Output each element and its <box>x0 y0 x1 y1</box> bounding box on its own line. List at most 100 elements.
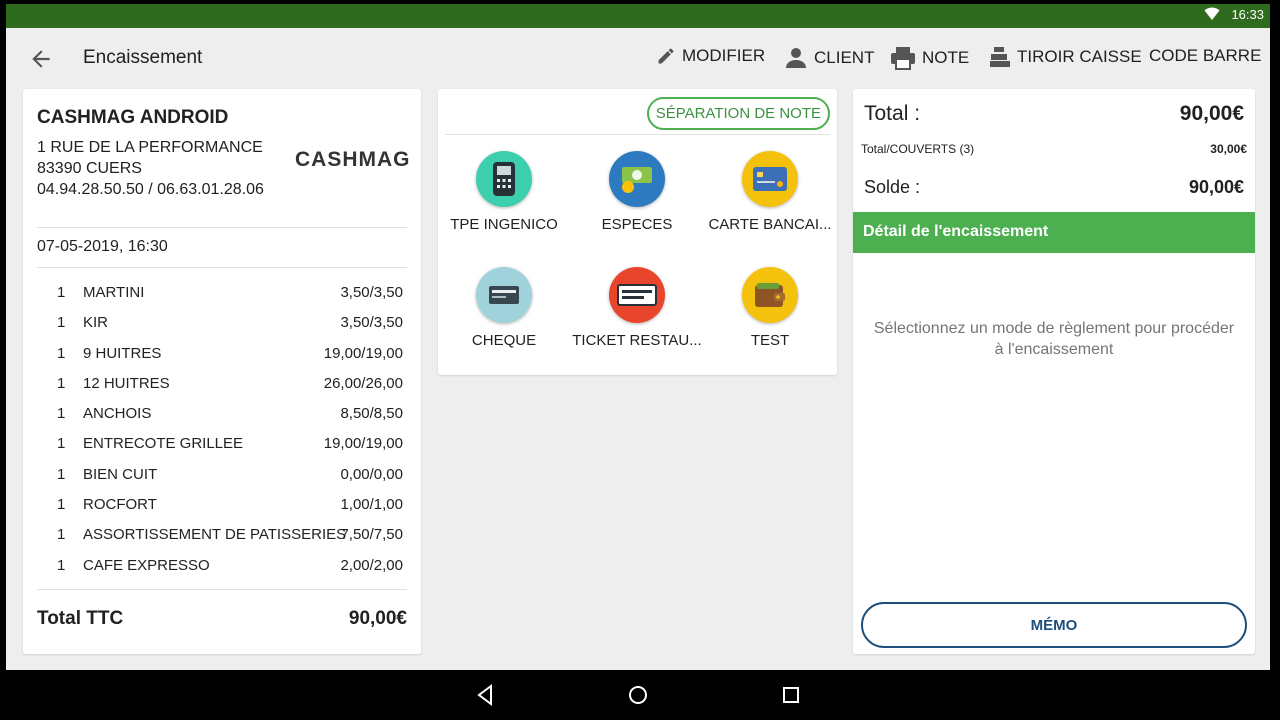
method-label: TICKET RESTAU... <box>572 332 702 349</box>
line-price: 1,00/1,00 <box>340 496 403 514</box>
line-qty: 1 <box>57 374 66 392</box>
pencil-icon <box>658 48 674 64</box>
line-qty: 1 <box>57 284 66 301</box>
method-test[interactable]: TEST <box>705 267 835 349</box>
back-arrow-icon[interactable] <box>28 46 54 72</box>
nav-recents-icon[interactable] <box>778 682 804 708</box>
code-barre-button[interactable]: CODE BARRE <box>1149 46 1261 66</box>
method-label: CARTE BANCAI... <box>708 216 832 233</box>
line-price: 0,00/0,00 <box>340 465 403 483</box>
receipt-line: 1 12 HUITRES 26,00/26,00 <box>37 369 407 399</box>
nav-back-icon[interactable] <box>472 682 498 708</box>
line-qty: 1 <box>57 314 66 332</box>
method-especes[interactable]: ESPECES <box>572 151 702 233</box>
phone-numbers: 04.94.28.50.50 / 06.63.01.28.06 <box>37 181 264 198</box>
receipt-line: 1 KIR 3,50/3,50 <box>37 308 407 338</box>
shop-name: CASHMAG ANDROID <box>37 107 229 128</box>
divider <box>445 134 830 135</box>
method-label: TPE INGENICO <box>450 216 558 233</box>
printer-icon <box>891 47 915 70</box>
couverts-row: Total/COUVERTS (3) 30,00€ <box>861 142 1247 156</box>
solde-value: 90,00€ <box>1188 177 1244 197</box>
separation-de-note-button[interactable]: SÉPARATION DE NOTE <box>646 97 830 130</box>
cash-icon <box>609 151 665 207</box>
tiroir-caisse-button[interactable]: TIROIR CAISSE <box>989 46 1142 68</box>
detail-encaissement-header: Détail de l'encaissement <box>853 212 1255 253</box>
couverts-label: Total/COUVERTS (3) <box>861 142 975 156</box>
line-name: KIR <box>83 314 109 332</box>
totals-panel: Total : 90,00€ Total/COUVERTS (3) 30,00€… <box>853 89 1255 654</box>
total-row: Total : 90,00€ <box>864 102 1244 126</box>
method-ticket-restaurant[interactable]: TICKET RESTAU... <box>572 267 702 349</box>
receipt-line: 1 BIEN CUIT 0,00/0,00 <box>37 460 407 490</box>
line-name: BIEN CUIT <box>83 465 158 483</box>
clock: 16:33 <box>1231 7 1264 22</box>
line-name: CAFE EXPRESSO <box>83 556 210 574</box>
modifier-button[interactable]: MODIFIER <box>656 46 765 66</box>
cashmag-logo: CASHMAG <box>295 148 411 171</box>
client-label: CLIENT <box>814 48 875 67</box>
line-price: 2,00/2,00 <box>340 556 403 574</box>
method-carte-bancaire[interactable]: CARTE BANCAI... <box>705 151 835 233</box>
payment-hint: Sélectionnez un mode de règlement pour p… <box>873 320 1235 358</box>
line-price: 7,50/7,50 <box>340 526 403 544</box>
status-bar: 16:33 <box>0 0 1280 28</box>
receipt-line: 1 ANCHOIS 8,50/8,50 <box>37 399 407 429</box>
line-name: ROCFORT <box>83 496 157 514</box>
receipt-line: 1 MARTINI 3,50/3,50 <box>37 278 407 308</box>
client-button[interactable]: CLIENT <box>784 46 874 70</box>
line-qty: 1 <box>57 556 66 574</box>
total-label: Total : <box>864 102 921 125</box>
wifi-icon <box>1204 7 1220 20</box>
code-barre-label: CODE BARRE <box>1149 46 1262 65</box>
solde-label: Solde : <box>864 177 921 197</box>
toolbar: Encaissement MODIFIER CLIENT NOTE TIROIR… <box>6 28 1270 88</box>
line-name: 12 HUITRES <box>83 374 170 392</box>
method-tpe-ingenico[interactable]: TPE INGENICO <box>439 151 569 233</box>
line-price: 3,50/3,50 <box>340 284 403 301</box>
receipt-line: 1 CAFE EXPRESSO 2,00/2,00 <box>37 551 407 581</box>
receipt-line: 1 ASSORTISSEMENT DE PATISSERIES 7,50/7,50 <box>37 520 407 550</box>
receipt-date: 07-05-2019, 16:30 <box>37 238 168 255</box>
line-qty: 1 <box>57 405 66 423</box>
ticket-restaurant-icon <box>609 267 665 323</box>
line-name: ANCHOIS <box>83 405 152 423</box>
method-label: CHEQUE <box>471 332 537 349</box>
divider <box>37 267 407 268</box>
credit-card-icon <box>742 151 798 207</box>
android-nav-bar <box>0 670 1280 720</box>
method-label: TEST <box>750 332 790 349</box>
total-value: 90,00€ <box>1179 102 1244 125</box>
receipt-line: 1 9 HUITRES 19,00/19,00 <box>37 339 407 369</box>
line-qty: 1 <box>57 465 66 483</box>
line-qty: 1 <box>57 496 66 514</box>
card-terminal-icon <box>476 151 532 207</box>
receipt-line: 1 ROCFORT 1,00/1,00 <box>37 490 407 520</box>
divider <box>37 589 407 590</box>
total-ttc-label: Total TTC <box>37 608 124 629</box>
modifier-label: MODIFIER <box>682 46 766 65</box>
line-price: 8,50/8,50 <box>340 405 403 423</box>
couverts-value: 30,00€ <box>1210 142 1247 156</box>
solde-row: Solde : 90,00€ <box>864 177 1244 198</box>
page-title: Encaissement <box>83 47 203 68</box>
cheque-icon <box>476 267 532 323</box>
tiroir-caisse-label: TIROIR CAISSE <box>1017 47 1142 66</box>
person-icon <box>786 48 806 68</box>
line-name: ASSORTISSEMENT DE PATISSERIES <box>83 526 347 544</box>
line-price: 19,00/19,00 <box>323 435 403 453</box>
nav-home-icon[interactable] <box>625 682 651 708</box>
address-line-1: 1 RUE DE LA PERFORMANCE <box>37 139 263 156</box>
line-name: 9 HUITRES <box>83 344 162 362</box>
line-qty: 1 <box>57 435 66 453</box>
payment-methods-card: SÉPARATION DE NOTE TPE INGENICO ESPECES … <box>438 89 837 375</box>
receipt-lines: 1 MARTINI 3,50/3,50 1 KIR 3,50/3,50 1 9 HUITRES… <box>37 278 407 581</box>
memo-button[interactable]: MÉMO <box>861 602 1247 648</box>
method-label: ESPECES <box>601 216 673 233</box>
line-qty: 1 <box>57 526 66 544</box>
note-button[interactable]: NOTE <box>890 46 969 70</box>
wallet-icon <box>742 267 798 323</box>
divider <box>37 227 407 228</box>
method-cheque[interactable]: CHEQUE <box>439 267 569 349</box>
total-ttc-value: 90,00€ <box>348 608 407 629</box>
